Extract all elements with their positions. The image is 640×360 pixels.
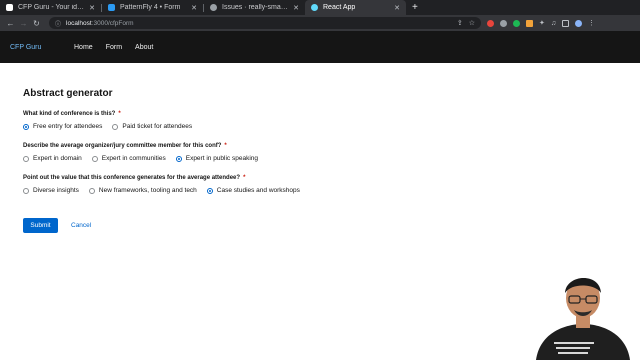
radio-option-label: Expert in public speaking [185, 155, 258, 162]
nav-form[interactable]: Form [106, 44, 122, 51]
browser-menu-icon[interactable]: ⋮ [588, 19, 595, 27]
extension-green-icon[interactable] [513, 19, 520, 27]
close-icon[interactable]: ✕ [293, 4, 299, 12]
patternfly-favicon-icon [108, 4, 115, 11]
question-conference-type-label: What kind of conference is this? * [23, 111, 121, 117]
cancel-button[interactable]: Cancel [71, 218, 91, 233]
reload-icon[interactable]: ↻ [30, 19, 43, 28]
cfp-guru-favicon-icon [6, 4, 13, 11]
url-path: :3000/cfpForm [91, 19, 134, 27]
presenter-webcam-overlay [526, 266, 640, 360]
site-info-icon[interactable]: ⓘ [55, 19, 61, 28]
bookmark-star-icon[interactable]: ☆ [469, 19, 475, 27]
browser-tab-0[interactable]: CFP Guru - Your idea, ou ✕ [0, 0, 101, 15]
value-radio-group: Diverse insights New frameworks, tooling… [23, 187, 310, 194]
radio-option-expert-domain[interactable]: Expert in domain [23, 155, 82, 162]
radio-option-case-studies[interactable]: Case studies and workshops [206, 187, 300, 194]
radio-option-expert-public-speaking[interactable]: Expert in public speaking [175, 155, 258, 162]
browser-tab-title: Issues · really-smart-app [222, 4, 289, 11]
extension-red-icon[interactable] [487, 19, 494, 27]
app-header: CFP Guru Home Form About [0, 31, 640, 63]
question-value-label: Point out the value that this conference… [23, 175, 245, 181]
browser-tab-2[interactable]: Issues · really-smart-app ✕ [204, 0, 305, 15]
share-icon[interactable]: ⇪ [457, 19, 463, 27]
radio-button[interactable] [88, 187, 95, 194]
question-text: Describe the average organizer/jury comm… [23, 143, 222, 149]
new-tab-button[interactable]: + [406, 0, 424, 15]
side-panel-icon[interactable] [562, 19, 570, 27]
close-icon[interactable]: ✕ [89, 4, 95, 12]
radio-option-label: Diverse insights [33, 187, 79, 194]
required-mark: * [224, 143, 227, 149]
radio-button[interactable] [23, 123, 29, 130]
radio-option-label: Paid ticket for attendees [122, 123, 193, 130]
radio-option-expert-communities[interactable]: Expert in communities [91, 155, 166, 162]
extensions-puzzle-icon[interactable]: ✦ [539, 19, 545, 27]
radio-button[interactable] [23, 187, 29, 194]
browser-toolbar: ← → ↻ ⓘ localhost :3000/cfpForm ⇪ ☆ ✦ ♫ … [0, 15, 640, 31]
question-text: What kind of conference is this? [23, 111, 116, 117]
extension-orange-icon[interactable] [526, 19, 533, 27]
react-favicon-icon [311, 4, 318, 11]
radio-option-diverse-insights[interactable]: Diverse insights [23, 187, 79, 194]
github-favicon-icon [210, 4, 217, 11]
required-mark: * [118, 111, 121, 117]
organizer-radio-group: Expert in domain Expert in communities E… [23, 155, 268, 162]
radio-button[interactable] [112, 123, 119, 130]
brand-link[interactable]: CFP Guru [10, 44, 74, 51]
browser-tab-title: CFP Guru - Your idea, ou [18, 4, 85, 11]
conference-type-radio-group: Free entry for attendees Paid ticket for… [23, 123, 202, 130]
question-text: Point out the value that this conference… [23, 175, 241, 181]
close-icon[interactable]: ✕ [394, 4, 400, 12]
presenter-figure [536, 277, 630, 360]
extension-gray-icon[interactable] [500, 19, 507, 27]
radio-option-paid-ticket[interactable]: Paid ticket for attendees [112, 123, 192, 130]
radio-button[interactable] [91, 155, 98, 162]
profile-avatar[interactable] [575, 19, 583, 27]
browser-tab-title: React App [323, 4, 356, 11]
page-title: Abstract generator [23, 88, 113, 99]
forward-arrow-icon[interactable]: → [17, 19, 30, 28]
radio-option-label: Case studies and workshops [216, 187, 300, 194]
close-icon[interactable]: ✕ [191, 4, 197, 12]
radio-option-label: Expert in communities [101, 155, 166, 162]
browser-tab-3[interactable]: React App ✕ [305, 0, 406, 15]
radio-option-new-frameworks[interactable]: New frameworks, tooling and tech [88, 187, 197, 194]
radio-option-free-entry[interactable]: Free entry for attendees [23, 123, 102, 130]
back-arrow-icon[interactable]: ← [4, 19, 17, 28]
nav-about[interactable]: About [135, 44, 153, 51]
nav-home[interactable]: Home [74, 44, 93, 51]
browser-tab-strip: CFP Guru - Your idea, ou ✕ PatternFly 4 … [0, 0, 640, 15]
radio-option-label: New frameworks, tooling and tech [98, 187, 197, 194]
submit-button[interactable]: Submit [23, 218, 58, 233]
radio-option-label: Expert in domain [33, 155, 82, 162]
browser-tab-1[interactable]: PatternFly 4 • Form ✕ [102, 0, 203, 15]
address-bar[interactable]: ⓘ localhost :3000/cfpForm ⇪ ☆ [49, 17, 481, 29]
radio-button[interactable] [23, 155, 29, 162]
media-controls-icon[interactable]: ♫ [551, 20, 556, 27]
radio-button[interactable] [206, 187, 213, 194]
radio-option-label: Free entry for attendees [33, 123, 103, 130]
question-organizer-label: Describe the average organizer/jury comm… [23, 143, 227, 149]
url-host: localhost [66, 19, 92, 27]
radio-button[interactable] [175, 155, 182, 162]
required-mark: * [243, 175, 246, 181]
browser-tab-title: PatternFly 4 • Form [120, 4, 181, 11]
